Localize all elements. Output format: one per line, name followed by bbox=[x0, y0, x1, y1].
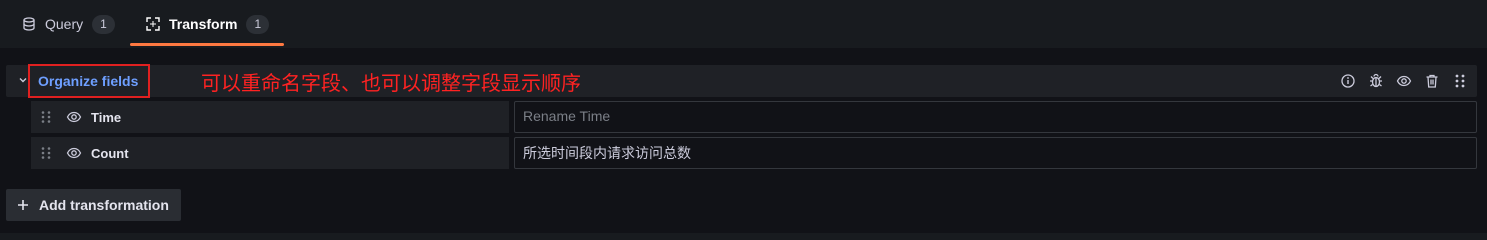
field-name: Count bbox=[91, 145, 129, 161]
info-icon[interactable] bbox=[1339, 72, 1357, 90]
field-row-time: Time bbox=[31, 101, 1477, 133]
transformation-header[interactable]: Organize fields 可以重命名字段、也可以调整字段显示顺序 bbox=[6, 64, 1477, 98]
tab-transform[interactable]: Transform 1 bbox=[146, 0, 270, 48]
tab-query[interactable]: Query 1 bbox=[22, 0, 115, 48]
annotation-text: 可以重命名字段、也可以调整字段显示顺序 bbox=[201, 71, 581, 95]
drag-handle-icon[interactable] bbox=[1451, 72, 1469, 90]
tab-query-label: Query bbox=[45, 16, 84, 32]
add-transformation-button[interactable]: Add transformation bbox=[6, 189, 181, 221]
transformation-actions bbox=[1339, 72, 1469, 90]
field-item[interactable]: Count bbox=[31, 137, 509, 169]
drag-handle-icon[interactable] bbox=[40, 110, 54, 124]
drag-handle-icon[interactable] bbox=[40, 146, 54, 160]
transform-panel: Organize fields 可以重命名字段、也可以调整字段显示顺序 Time… bbox=[0, 48, 1487, 233]
eye-icon[interactable] bbox=[1395, 72, 1413, 90]
database-icon bbox=[22, 17, 36, 31]
active-tab-indicator bbox=[130, 43, 284, 46]
field-item[interactable]: Time bbox=[31, 101, 509, 133]
field-row-count: Count bbox=[31, 137, 1477, 169]
tab-bar: Query 1 Transform 1 bbox=[0, 0, 1487, 48]
tab-query-count: 1 bbox=[92, 14, 115, 34]
tab-transform-label: Transform bbox=[169, 16, 238, 32]
transform-icon bbox=[146, 17, 160, 31]
transformation-name[interactable]: Organize fields bbox=[38, 73, 138, 89]
eye-icon[interactable] bbox=[66, 109, 82, 125]
plus-icon bbox=[16, 198, 30, 212]
rename-field-input[interactable] bbox=[514, 101, 1477, 133]
tab-transform-count: 1 bbox=[246, 14, 270, 34]
add-transformation-label: Add transformation bbox=[39, 197, 169, 213]
field-name: Time bbox=[91, 109, 122, 125]
debug-icon[interactable] bbox=[1367, 72, 1385, 90]
trash-icon[interactable] bbox=[1423, 72, 1441, 90]
rename-field-input[interactable] bbox=[514, 137, 1477, 169]
eye-icon[interactable] bbox=[66, 145, 82, 161]
